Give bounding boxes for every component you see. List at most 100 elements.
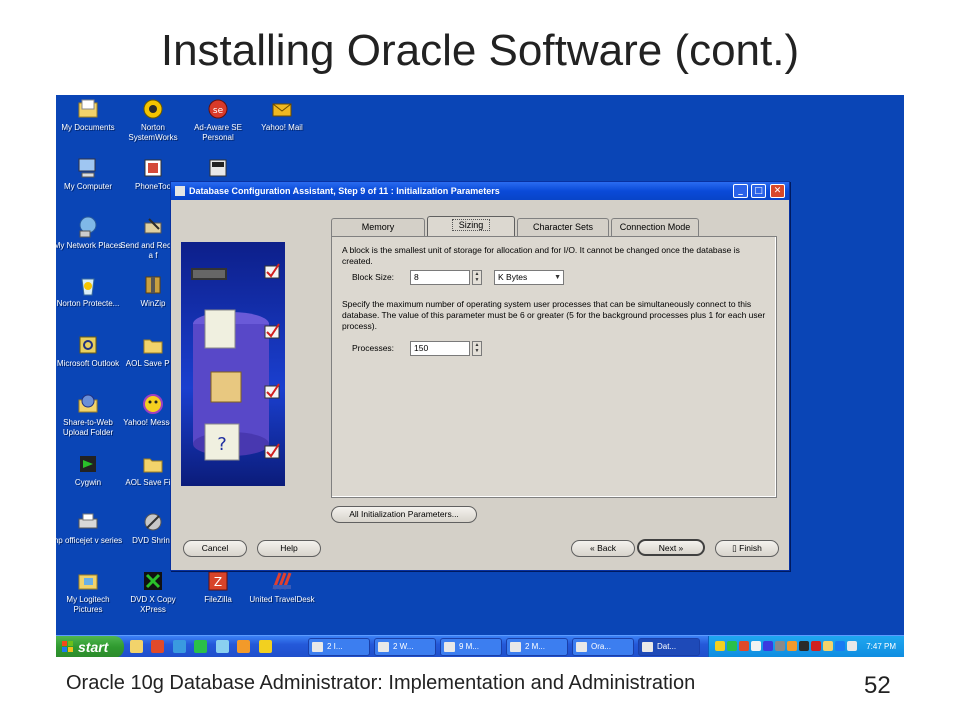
- my-computer-icon: [78, 158, 96, 178]
- processes-spinner[interactable]: ▲ ▼: [472, 341, 482, 356]
- tray-icon[interactable]: [727, 641, 737, 651]
- tray-icon[interactable]: [763, 641, 773, 651]
- tab-connection-mode[interactable]: Connection Mode: [611, 218, 699, 236]
- taskbar-button-dbca[interactable]: Dat...: [638, 638, 700, 656]
- help-button[interactable]: Help: [257, 540, 321, 557]
- database-illustration-icon: ?: [191, 263, 280, 461]
- desktop-icon-dvd[interactable]: [183, 156, 253, 182]
- dialog-titlebar[interactable]: Database Configuration Assistant, Step 9…: [171, 182, 789, 200]
- tray-icon[interactable]: [823, 641, 833, 651]
- block-size-input[interactable]: 8: [410, 270, 470, 285]
- cygwin-icon: [80, 456, 96, 472]
- tab-character-sets[interactable]: Character Sets: [517, 218, 609, 236]
- taskbar-clock[interactable]: 7:47 PM: [866, 636, 896, 657]
- desktop-icon-cygwin[interactable]: Cygwin: [56, 452, 123, 488]
- share-to-web-icon: [78, 394, 98, 413]
- tray-icon[interactable]: [835, 641, 845, 651]
- cancel-button[interactable]: Cancel: [183, 540, 247, 557]
- wizard-illustration: ?: [181, 242, 285, 486]
- block-size-description: A block is the smallest unit of storage …: [342, 245, 740, 266]
- norton-systemworks-icon: [143, 99, 163, 119]
- next-button[interactable]: Next »: [637, 539, 705, 556]
- quick-launch-icon[interactable]: [172, 640, 186, 653]
- taskbar-button-explorer[interactable]: 2 W...: [374, 638, 436, 656]
- desktop-icon-label: My Logitech Pictures: [66, 595, 110, 614]
- spin-down-icon[interactable]: ▼: [473, 348, 481, 354]
- taskbar-button-ie[interactable]: 2 I...: [308, 638, 370, 656]
- desktop-icon-my-logitech-pictures[interactable]: My Logitech Pictures: [56, 569, 123, 615]
- chevron-right-icon: »: [676, 543, 684, 553]
- quick-launch-icon[interactable]: [215, 640, 229, 653]
- desktop-icon-my-computer[interactable]: My Computer: [56, 156, 123, 192]
- chevron-down-icon: ▼: [554, 274, 561, 281]
- quick-launch-icon[interactable]: [258, 640, 272, 653]
- desktop-icon-label: My Documents: [61, 123, 115, 132]
- folder-icon: [143, 458, 163, 473]
- desktop-icon-filezilla[interactable]: Z FileZilla: [183, 569, 253, 605]
- folder-icon: [143, 339, 163, 354]
- tab-sizing[interactable]: Sizing: [427, 216, 515, 237]
- taskbar: start 2 I... 2 W... 9 M... 2 M... Ora...…: [56, 635, 904, 657]
- tray-icon[interactable]: [799, 641, 809, 651]
- desktop-icon-united-traveldesk[interactable]: United TravelDesk: [247, 569, 317, 605]
- back-button[interactable]: « Back: [571, 540, 635, 557]
- folder-icon: [378, 642, 389, 652]
- desktop-icon-ad-aware[interactable]: se Ad-Aware SE Personal: [183, 97, 253, 143]
- block-size-spinner[interactable]: ▲ ▼: [472, 270, 482, 285]
- minimize-button[interactable]: _: [733, 184, 748, 198]
- dbca-dialog: Database Configuration Assistant, Step 9…: [170, 181, 790, 571]
- tray-icon[interactable]: [847, 641, 857, 651]
- spin-down-icon[interactable]: ▼: [473, 277, 481, 283]
- tray-icon[interactable]: [751, 641, 761, 651]
- desktop-icon-my-documents[interactable]: My Documents: [56, 97, 123, 133]
- taskbar-button-messenger[interactable]: 2 M...: [506, 638, 568, 656]
- processes-input[interactable]: 150: [410, 341, 470, 356]
- desktop-icon-label: Yahoo! Mail: [261, 123, 303, 132]
- ad-aware-icon: se: [208, 99, 228, 119]
- desktop-icon-yahoo-mail[interactable]: Yahoo! Mail: [247, 97, 317, 133]
- tray-icon[interactable]: [775, 641, 785, 651]
- back-button-label: Back: [597, 543, 616, 553]
- desktop-screenshot: My Documents My Computer My Network Plac…: [56, 95, 904, 657]
- desktop-icon-hp-officejet[interactable]: hp officejet v series: [56, 510, 123, 546]
- quick-launch-icon[interactable]: [237, 640, 251, 653]
- desktop-icon-norton-protected[interactable]: Norton Protecte...: [56, 273, 123, 309]
- block-size-unit-select[interactable]: K Bytes ▼: [494, 270, 564, 285]
- oracle-icon: [576, 642, 587, 652]
- dialog-title: Database Configuration Assistant, Step 9…: [189, 186, 500, 196]
- slide-footer: Oracle 10g Database Administrator: Imple…: [66, 672, 696, 694]
- start-label: start: [78, 639, 109, 655]
- yahoo-mail-icon: [272, 103, 292, 117]
- tray-icon[interactable]: [739, 641, 749, 651]
- desktop-icon-dvd-x-copy[interactable]: DVD X Copy XPress: [118, 569, 188, 615]
- taskbar-button-word[interactable]: 9 M...: [440, 638, 502, 656]
- start-button[interactable]: start: [56, 636, 124, 657]
- taskbar-button-label: Dat...: [657, 642, 677, 651]
- desktop-icon-microsoft-outlook[interactable]: Microsoft Outlook: [56, 333, 123, 369]
- close-button[interactable]: ✕: [770, 184, 785, 198]
- desktop-icon-label: Microsoft Outlook: [56, 359, 120, 368]
- tab-memory[interactable]: Memory: [331, 218, 425, 236]
- maximize-button[interactable]: □: [751, 184, 766, 198]
- windows-flag-icon: [62, 641, 73, 652]
- tray-icon[interactable]: [811, 641, 821, 651]
- desktop-icon-norton-systemworks[interactable]: Norton SystemWorks: [118, 97, 188, 143]
- desktop-icon-label: My Computer: [63, 182, 112, 191]
- quick-launch-icon[interactable]: [194, 640, 208, 653]
- quick-launch-icon[interactable]: [130, 640, 143, 653]
- taskbar-button-oracle[interactable]: Ora...: [572, 638, 634, 656]
- desktop-icon-my-network-places[interactable]: My Network Places: [56, 215, 123, 251]
- word-icon: [444, 642, 455, 652]
- dvd-icon: [209, 159, 227, 177]
- all-initialization-parameters-button[interactable]: All Initialization Parameters...: [331, 506, 477, 523]
- quick-launch-icon[interactable]: [151, 640, 165, 653]
- tray-icon[interactable]: [715, 641, 725, 651]
- finish-button[interactable]: ▯ Finish: [715, 540, 779, 557]
- printer-icon: [78, 513, 98, 529]
- ie-icon: [312, 642, 323, 652]
- filezilla-icon: Z: [208, 571, 228, 591]
- send-receive-icon: [144, 218, 162, 234]
- tray-icon[interactable]: [787, 641, 797, 651]
- desktop-icon-share-to-web[interactable]: Share-to-Web Upload Folder: [56, 392, 123, 438]
- dvd-shrink-icon: [144, 513, 162, 531]
